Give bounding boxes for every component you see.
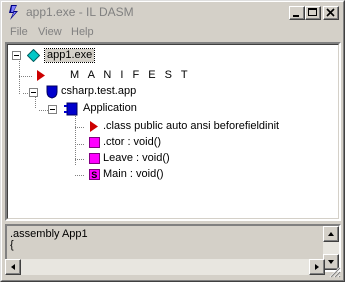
resize-grip-icon[interactable] [329,266,341,278]
menu-bar: File View Help [4,23,341,42]
tree-node-ctor[interactable]: .ctor : void() [103,136,161,149]
tree-node-class-decl[interactable]: .class public auto ansi beforefieldinit [103,120,279,133]
tree-node-class[interactable]: Application [83,102,137,115]
minimize-icon [293,15,299,17]
il-line: { [10,239,14,251]
tree-connector [19,76,33,77]
class-icon [64,102,78,116]
minimize-button[interactable] [289,6,305,20]
class-decl-red-triangle-icon [90,121,98,132]
tree-node-namespace[interactable]: csharp.test.app [61,85,136,98]
close-icon [326,8,335,17]
tree-connector [75,159,85,160]
tree-node-assembly[interactable]: app1.exe [43,48,96,63]
tree-node-main[interactable]: Main : void() [103,168,164,181]
left-arrow-icon [11,264,15,270]
scroll-left-button[interactable] [5,259,21,275]
method-icon [89,137,100,148]
tree-node-manifest[interactable]: M A N I F E S T [70,69,191,82]
tree-connector [75,127,85,128]
tree-view[interactable]: app1.exe M A N I F E S T csharp.test.app… [5,42,341,221]
maximize-button[interactable] [305,6,321,20]
collapse-toggle-namespace[interactable] [29,88,38,97]
tree-connector [35,97,36,109]
menu-file[interactable]: File [10,26,28,38]
il-line: .assembly App1 [10,228,88,240]
title-bar[interactable]: app1.exe - IL DASM [4,4,341,22]
tree-connector [75,144,85,145]
assembly-diamond-icon [27,49,40,62]
maximize-icon [308,8,317,16]
collapse-toggle-class[interactable] [48,105,57,114]
method-icon [89,153,100,164]
scroll-right-button[interactable] [309,259,325,275]
static-method-icon: S [89,169,100,180]
vertical-scrollbar[interactable] [323,226,339,270]
menu-view[interactable]: View [38,26,62,38]
tree-node-leave[interactable]: Leave : void() [103,152,170,165]
ildasm-lightning-icon [9,5,18,20]
ildasm-window: app1.exe - IL DASM File View Help app1.e… [0,0,345,282]
namespace-shield-icon [46,85,58,99]
scroll-up-button[interactable] [323,226,339,242]
up-arrow-icon [328,232,334,236]
tree-connector [75,175,85,176]
close-button[interactable] [323,6,339,20]
collapse-toggle-root[interactable] [12,51,21,60]
tree-connector [19,61,20,94]
window-title: app1.exe - IL DASM [26,5,134,19]
horizontal-scrollbar[interactable] [5,259,325,275]
menu-help[interactable]: Help [71,26,94,38]
manifest-red-triangle-icon [37,70,45,81]
svg-text:S: S [91,170,97,180]
right-arrow-icon [315,264,319,270]
